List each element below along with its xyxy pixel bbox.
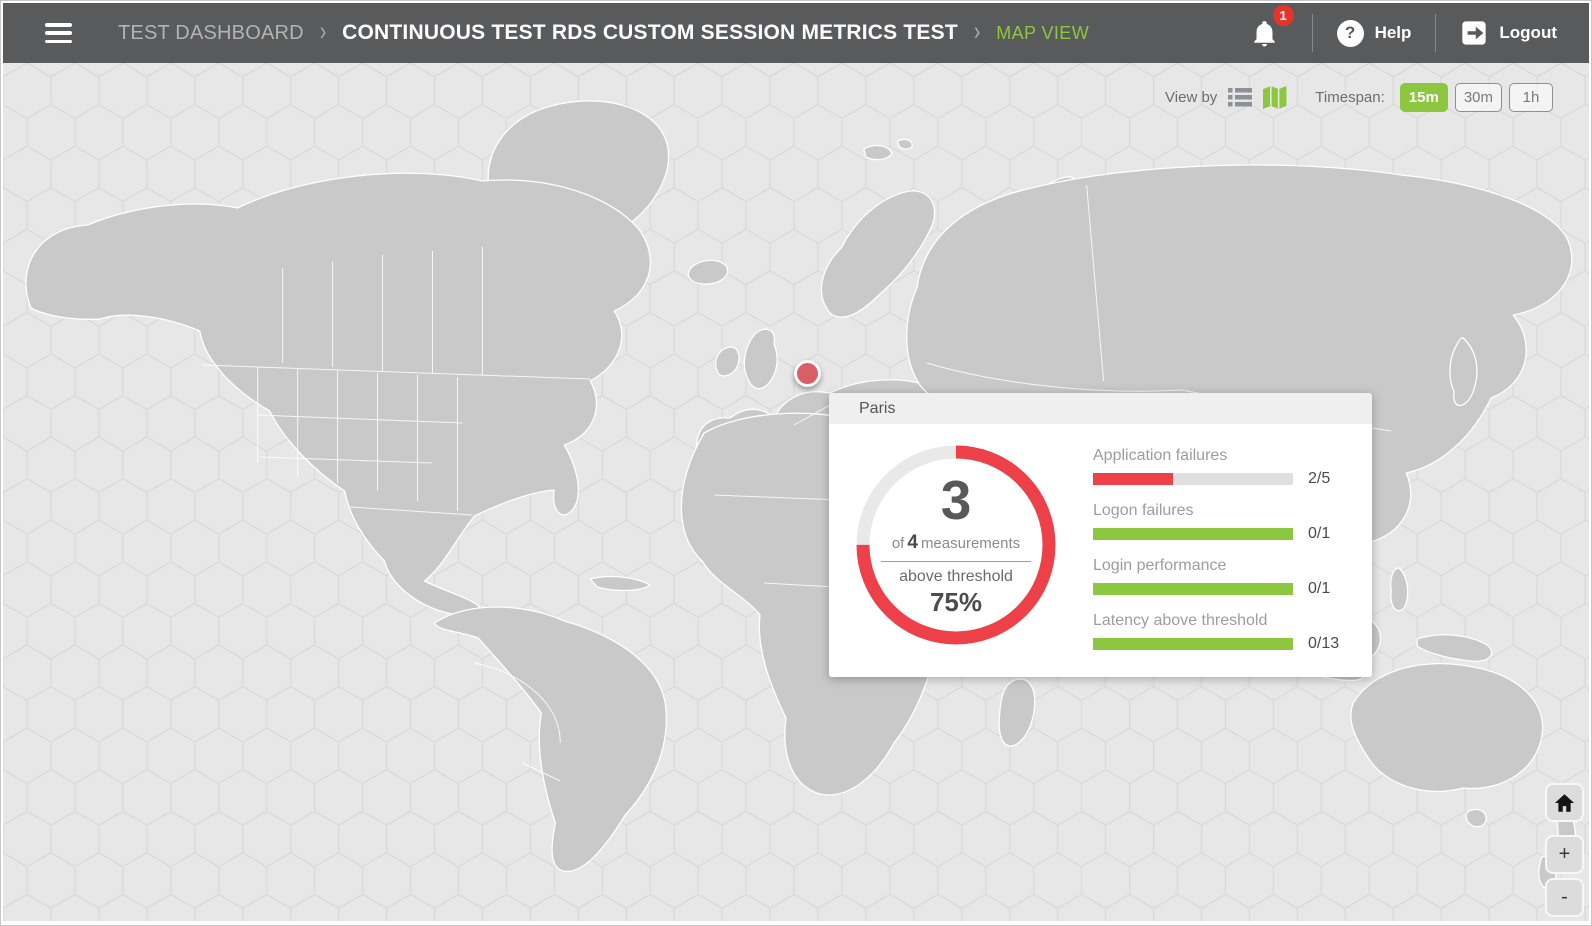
hamburger-menu-icon[interactable]	[45, 23, 72, 43]
list-view-button[interactable]	[1228, 88, 1252, 107]
breadcrumb-map-view[interactable]: MAP VIEW	[996, 23, 1089, 44]
help-label: Help	[1375, 23, 1412, 43]
metric-row: Latency above threshold 0/13	[1093, 612, 1339, 653]
zoom-out-button[interactable]: -	[1545, 878, 1584, 917]
breadcrumb-dashboard[interactable]: TEST DASHBOARD	[118, 22, 304, 45]
app-window: TEST DASHBOARD › CONTINUOUS TEST RDS CUS…	[0, 0, 1592, 926]
gauge-of-label: of	[892, 535, 905, 552]
metric-bar	[1093, 528, 1293, 540]
home-button[interactable]	[1545, 783, 1584, 822]
metric-row: Login performance 0/1	[1093, 557, 1339, 598]
gauge-total: 4	[907, 532, 918, 553]
logout-button[interactable]: Logout	[1460, 19, 1557, 47]
header-actions: 1 ? Help Logout	[1251, 13, 1557, 53]
metric-label: Logon failures	[1093, 502, 1339, 520]
metric-list: Application failures 2/5 Logon failures …	[1093, 444, 1339, 653]
location-popup: Paris 3 of4measurements above threshold	[829, 393, 1372, 677]
map-marker-paris[interactable]	[794, 360, 821, 387]
timespan-group: 15m 30m 1h	[1400, 83, 1553, 112]
threshold-gauge: 3 of4measurements above threshold 75%	[855, 444, 1057, 646]
gauge-percent: 75%	[930, 587, 982, 618]
breadcrumb: TEST DASHBOARD › CONTINUOUS TEST RDS CUS…	[118, 21, 1089, 45]
notification-badge: 1	[1273, 5, 1294, 26]
metric-row: Logon failures 0/1	[1093, 502, 1339, 543]
metric-value: 2/5	[1308, 470, 1330, 488]
metric-label: Login performance	[1093, 557, 1339, 575]
top-header: TEST DASHBOARD › CONTINUOUS TEST RDS CUS…	[3, 3, 1589, 63]
map-zoom-controls: + -	[1545, 783, 1584, 917]
help-icon: ?	[1337, 20, 1364, 47]
timespan-15m-button[interactable]: 15m	[1400, 83, 1448, 112]
gauge-measurements-label: measurements	[921, 535, 1020, 552]
gauge-measurements-line: of4measurements	[892, 532, 1020, 554]
header-divider	[1435, 14, 1436, 52]
bell-icon	[1251, 19, 1278, 48]
map-view-icon	[1263, 86, 1288, 109]
view-by-label: View by	[1165, 89, 1217, 106]
gauge-value: 3	[941, 473, 972, 528]
metric-value: 0/1	[1308, 580, 1330, 598]
chevron-right-icon: ›	[320, 18, 326, 49]
chevron-right-icon: ›	[974, 18, 980, 49]
metric-bar	[1093, 473, 1293, 485]
gauge-center: 3 of4measurements above threshold 75%	[871, 460, 1041, 630]
logout-icon	[1460, 19, 1488, 47]
metric-label: Application failures	[1093, 447, 1339, 465]
map-view-button[interactable]	[1263, 86, 1288, 109]
map-controls: View by Timespan: 15m 30	[1165, 83, 1553, 112]
timespan-30m-button[interactable]: 30m	[1455, 83, 1502, 112]
notifications-button[interactable]: 1	[1251, 13, 1288, 53]
timespan-label: Timespan:	[1315, 89, 1384, 106]
metric-bar	[1093, 583, 1293, 595]
map-view[interactable]: View by Timespan: 15m 30	[3, 63, 1589, 921]
gauge-divider	[881, 561, 1031, 562]
metric-label: Latency above threshold	[1093, 612, 1339, 630]
metric-bar	[1093, 638, 1293, 650]
breadcrumb-test-name[interactable]: CONTINUOUS TEST RDS CUSTOM SESSION METRI…	[342, 21, 958, 45]
home-icon	[1554, 793, 1575, 813]
help-button[interactable]: ? Help	[1337, 20, 1412, 47]
header-divider	[1312, 14, 1313, 52]
popup-body: 3 of4measurements above threshold 75% Ap…	[829, 424, 1372, 677]
zoom-in-button[interactable]: +	[1545, 835, 1584, 874]
metric-value: 0/13	[1308, 635, 1339, 653]
metric-row: Application failures 2/5	[1093, 447, 1339, 488]
gauge-subtitle: above threshold	[899, 568, 1013, 586]
timespan-1h-button[interactable]: 1h	[1509, 83, 1553, 112]
popup-title: Paris	[829, 393, 1372, 424]
metric-value: 0/1	[1308, 525, 1330, 543]
logout-label: Logout	[1499, 23, 1557, 43]
list-view-icon	[1228, 88, 1252, 107]
